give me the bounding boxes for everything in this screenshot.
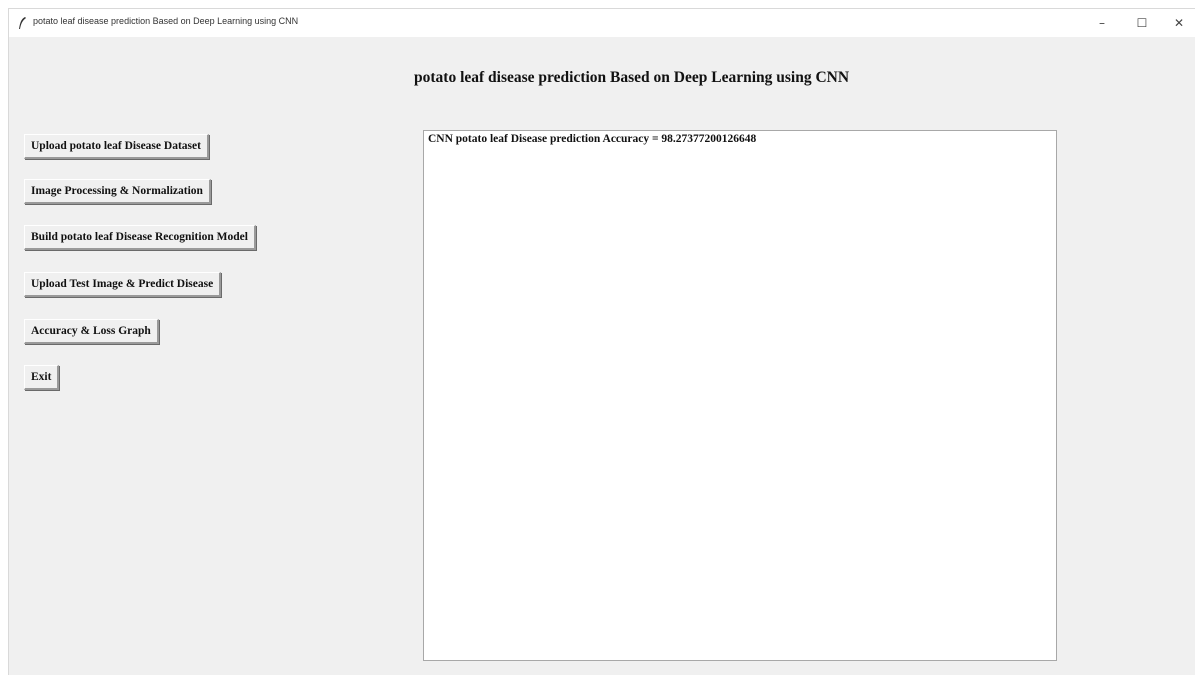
close-icon: ✕	[1173, 16, 1185, 30]
app-window: potato leaf disease prediction Based on …	[8, 8, 1195, 675]
maximize-button[interactable]: ☐	[1122, 9, 1162, 37]
close-button[interactable]: ✕	[1159, 9, 1195, 37]
output-text-area[interactable]: CNN potato leaf Disease prediction Accur…	[423, 130, 1057, 661]
maximize-icon: ☐	[1136, 16, 1148, 30]
minimize-button[interactable]: –	[1082, 9, 1122, 37]
image-processing-button[interactable]: Image Processing & Normalization	[24, 179, 211, 204]
page-title: potato leaf disease prediction Based on …	[414, 69, 850, 86]
upload-dataset-button[interactable]: Upload potato leaf Disease Dataset	[24, 134, 209, 159]
feather-icon	[17, 16, 27, 30]
minimize-icon: –	[1099, 16, 1105, 30]
build-model-button[interactable]: Build potato leaf Disease Recognition Mo…	[24, 225, 256, 250]
exit-button[interactable]: Exit	[24, 365, 60, 390]
window-title: potato leaf disease prediction Based on …	[33, 16, 299, 26]
title-bar[interactable]: potato leaf disease prediction Based on …	[9, 9, 1195, 37]
upload-test-image-button[interactable]: Upload Test Image & Predict Disease	[24, 272, 222, 297]
accuracy-loss-graph-button[interactable]: Accuracy & Loss Graph	[24, 319, 159, 344]
